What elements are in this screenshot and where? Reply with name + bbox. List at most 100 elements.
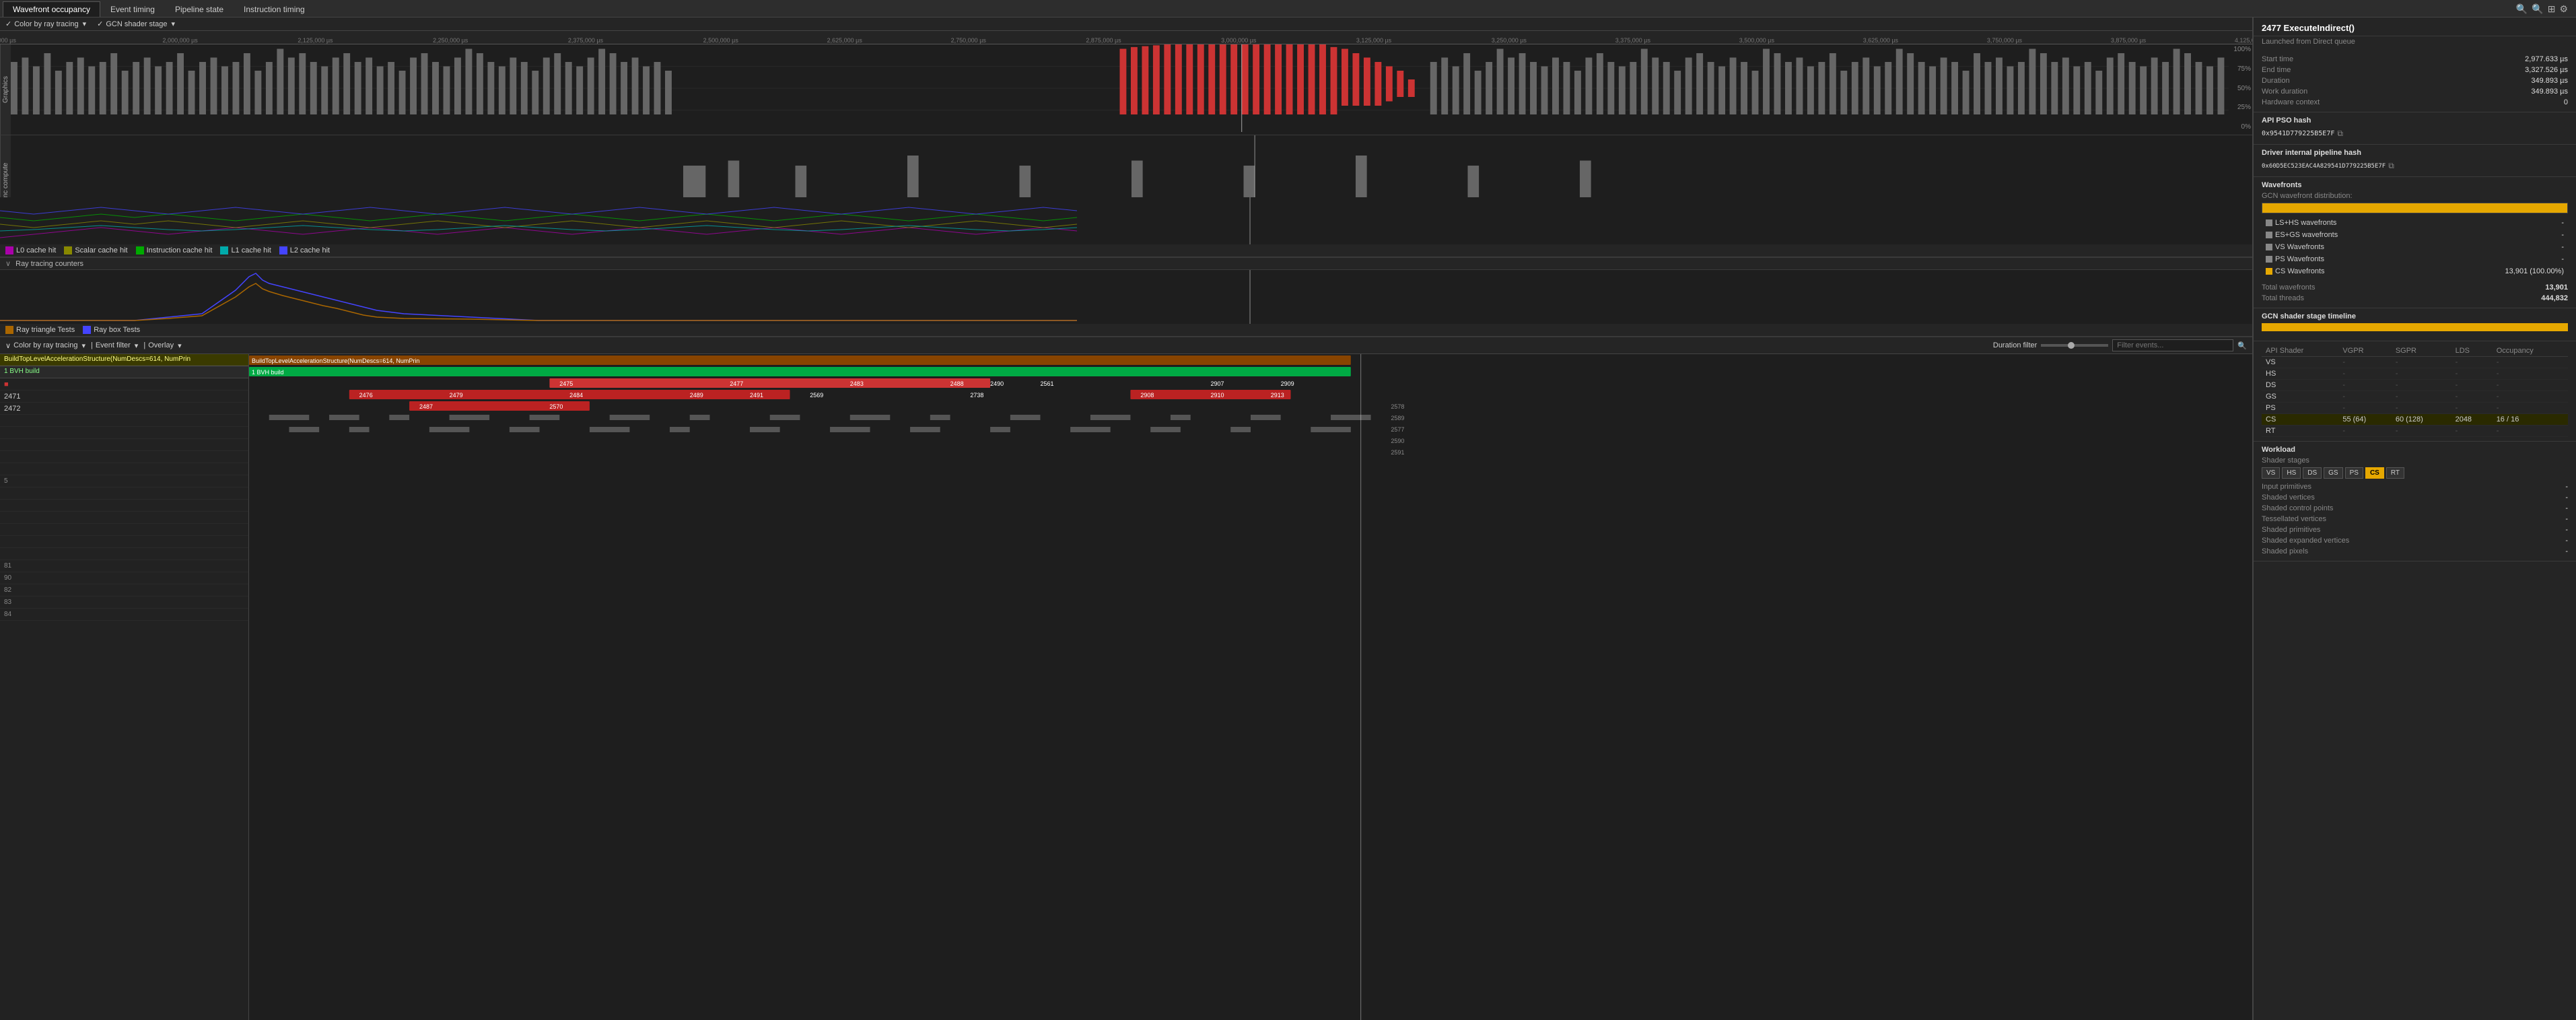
- row-83: 83: [4, 599, 11, 606]
- gcn-filter[interactable]: ✓ GCN shader stage: [97, 20, 175, 28]
- event-filter[interactable]: | Event filter: [91, 341, 138, 350]
- ray-title-text: Ray tracing counters: [15, 260, 83, 268]
- stage-btn-cs[interactable]: CS: [2365, 467, 2384, 479]
- shaded-pixels-value: -: [2565, 547, 2568, 555]
- start-time-row: Start time 2,977.633 µs: [2262, 54, 2568, 65]
- tessellated-vertices-value: -: [2565, 515, 2568, 523]
- shaded-expanded-vertices-label: Shaded expanded vertices: [2262, 537, 2349, 545]
- svg-text:2490: 2490: [990, 380, 1004, 387]
- driver-pipeline-copy-icon[interactable]: ⧉: [2388, 161, 2394, 171]
- cs-dot: [2266, 268, 2272, 275]
- rt-vgpr: -: [2338, 426, 2391, 437]
- hs-shader: HS: [2262, 368, 2338, 380]
- tl-row-empty6: [0, 487, 248, 500]
- bvh-sub-text: 1 BVH build: [4, 368, 40, 375]
- tab-pipeline-state[interactable]: Pipeline state: [165, 1, 234, 17]
- overlay-dropdown[interactable]: [176, 341, 182, 350]
- esgs-value: -: [2430, 230, 2567, 240]
- wf-row-lshs: LS+HS wavefronts -: [2263, 217, 2567, 228]
- tab-wavefront-occupancy[interactable]: Wavefront occupancy: [3, 1, 100, 17]
- duration-slider[interactable]: [2041, 344, 2108, 347]
- zoom-out-icon[interactable]: 🔍: [2532, 3, 2543, 15]
- row-82: 82: [4, 586, 11, 594]
- stage-btn-ps[interactable]: PS: [2345, 467, 2363, 479]
- ruler-label-11: 3,250,000 µs: [1492, 37, 1527, 44]
- wavefronts-title: Wavefronts: [2262, 181, 2568, 189]
- cache-svg: [0, 197, 2252, 244]
- driver-pipeline-hash-value: 0x60D5EC523EAC4A829541D779225B5E7F: [2262, 163, 2386, 170]
- wavefront-bar-fill: [2262, 203, 2567, 213]
- color-bottom-dropdown[interactable]: [80, 341, 85, 350]
- lshs-value: -: [2430, 217, 2567, 228]
- gcn-filter-dropdown[interactable]: [170, 20, 175, 28]
- left-panel: ✓ Color by ray tracing ✓ GCN shader stag…: [0, 18, 2253, 1020]
- color-filter[interactable]: ✓ Color by ray tracing: [5, 20, 86, 28]
- duration-filter: Duration filter 🔍: [1993, 339, 2247, 351]
- l2-cache-legend: L2 cache hit: [279, 246, 330, 254]
- tab-instruction-timing[interactable]: Instruction timing: [234, 1, 315, 17]
- color-bottom-check: ∨: [5, 341, 11, 350]
- col-vgpr: VGPR: [2338, 345, 2391, 357]
- svg-text:2484: 2484: [569, 392, 583, 399]
- input-primitives-row: Input primitives -: [2262, 481, 2568, 492]
- color-filter-bottom[interactable]: ∨ Color by ray tracing: [5, 341, 85, 350]
- rt-shader: RT: [2262, 426, 2338, 437]
- slider-thumb[interactable]: [2068, 342, 2075, 349]
- zoom-in-icon[interactable]: 🔍: [2516, 3, 2528, 15]
- end-time-label: End time: [2262, 66, 2291, 74]
- hs-vgpr: -: [2338, 368, 2391, 380]
- settings-icon[interactable]: ⚙: [2559, 3, 2568, 15]
- vs-lds: -: [2451, 357, 2493, 368]
- stage-btn-rt[interactable]: RT: [2386, 467, 2404, 479]
- svg-text:2477: 2477: [730, 380, 743, 387]
- svg-text:2570: 2570: [549, 403, 563, 410]
- svg-text:2488: 2488: [950, 380, 964, 387]
- stage-btn-ds[interactable]: DS: [2303, 467, 2322, 479]
- fit-icon[interactable]: ⊞: [2548, 3, 2556, 15]
- shaded-vertices-label: Shaded vertices: [2262, 494, 2315, 502]
- bottom-timeline: ∨ Color by ray tracing | Event filter | …: [0, 337, 2252, 1020]
- api-pso-copy-icon[interactable]: ⧉: [2337, 129, 2343, 139]
- top-icon-bar: 🔍 🔍 ⊞ ⚙: [2516, 1, 2573, 17]
- cs-sgpr: 60 (128): [2392, 414, 2451, 426]
- stage-btn-hs[interactable]: HS: [2282, 467, 2301, 479]
- svg-text:1 BVH build: 1 BVH build: [252, 369, 284, 376]
- tab-event-timing[interactable]: Event timing: [100, 1, 165, 17]
- tl-row-num84: 84: [0, 609, 248, 621]
- ray-section-title: ∨ Ray tracing counters: [0, 258, 2252, 270]
- tl-row-empty2: [0, 427, 248, 439]
- filter-events-input[interactable]: [2112, 339, 2233, 351]
- tl-row-2471: 2471: [0, 390, 248, 403]
- color-filter-dropdown[interactable]: [81, 20, 87, 28]
- ps-value: -: [2430, 254, 2567, 265]
- overlay-filter[interactable]: | Overlay: [143, 341, 181, 350]
- wavefronts-section: Wavefronts GCN wavefront distribution: L…: [2254, 177, 2576, 308]
- tl-row-empty5: [0, 463, 248, 475]
- color-bottom-text: Color by ray tracing: [13, 341, 77, 349]
- l0-cache-label: L0 cache hit: [16, 246, 56, 254]
- event-filter-dropdown[interactable]: [133, 341, 139, 350]
- row-84: 84: [4, 611, 11, 618]
- wf-row-ps: PS Wavefronts -: [2263, 254, 2567, 265]
- stage-btn-gs[interactable]: GS: [2324, 467, 2342, 479]
- tl-row-empty11: [0, 548, 248, 560]
- ps-dot: [2266, 256, 2272, 263]
- tl-row-2472: 2472: [0, 403, 248, 415]
- work-duration-value: 349.893 µs: [2531, 88, 2568, 96]
- ds-occ: -: [2493, 380, 2568, 391]
- hw-context-value: 0: [2564, 98, 2568, 106]
- col-lds: LDS: [2451, 345, 2493, 357]
- col-occupancy: Occupancy: [2493, 345, 2568, 357]
- color-filter-label: ✓: [5, 20, 11, 28]
- api-pso-section: API PSO hash 0x9541D779225B5E7F ⧉: [2254, 112, 2576, 145]
- shader-row-gs: GS - - - -: [2262, 391, 2568, 403]
- l2-cache-color: [279, 246, 287, 254]
- svg-text:2591: 2591: [1391, 449, 1404, 456]
- input-primitives-label: Input primitives: [2262, 483, 2311, 491]
- esgs-label: ES+GS wavefronts: [2275, 231, 2338, 239]
- shaded-pixels-label: Shaded pixels: [2262, 547, 2308, 555]
- stage-btn-vs[interactable]: VS: [2262, 467, 2280, 479]
- end-time-row: End time 3,327.526 µs: [2262, 65, 2568, 75]
- ray-collapse-arrow[interactable]: ∨: [5, 260, 11, 268]
- right-panel: 2477 ExecuteIndirect() Launched from Dir…: [2253, 18, 2576, 1020]
